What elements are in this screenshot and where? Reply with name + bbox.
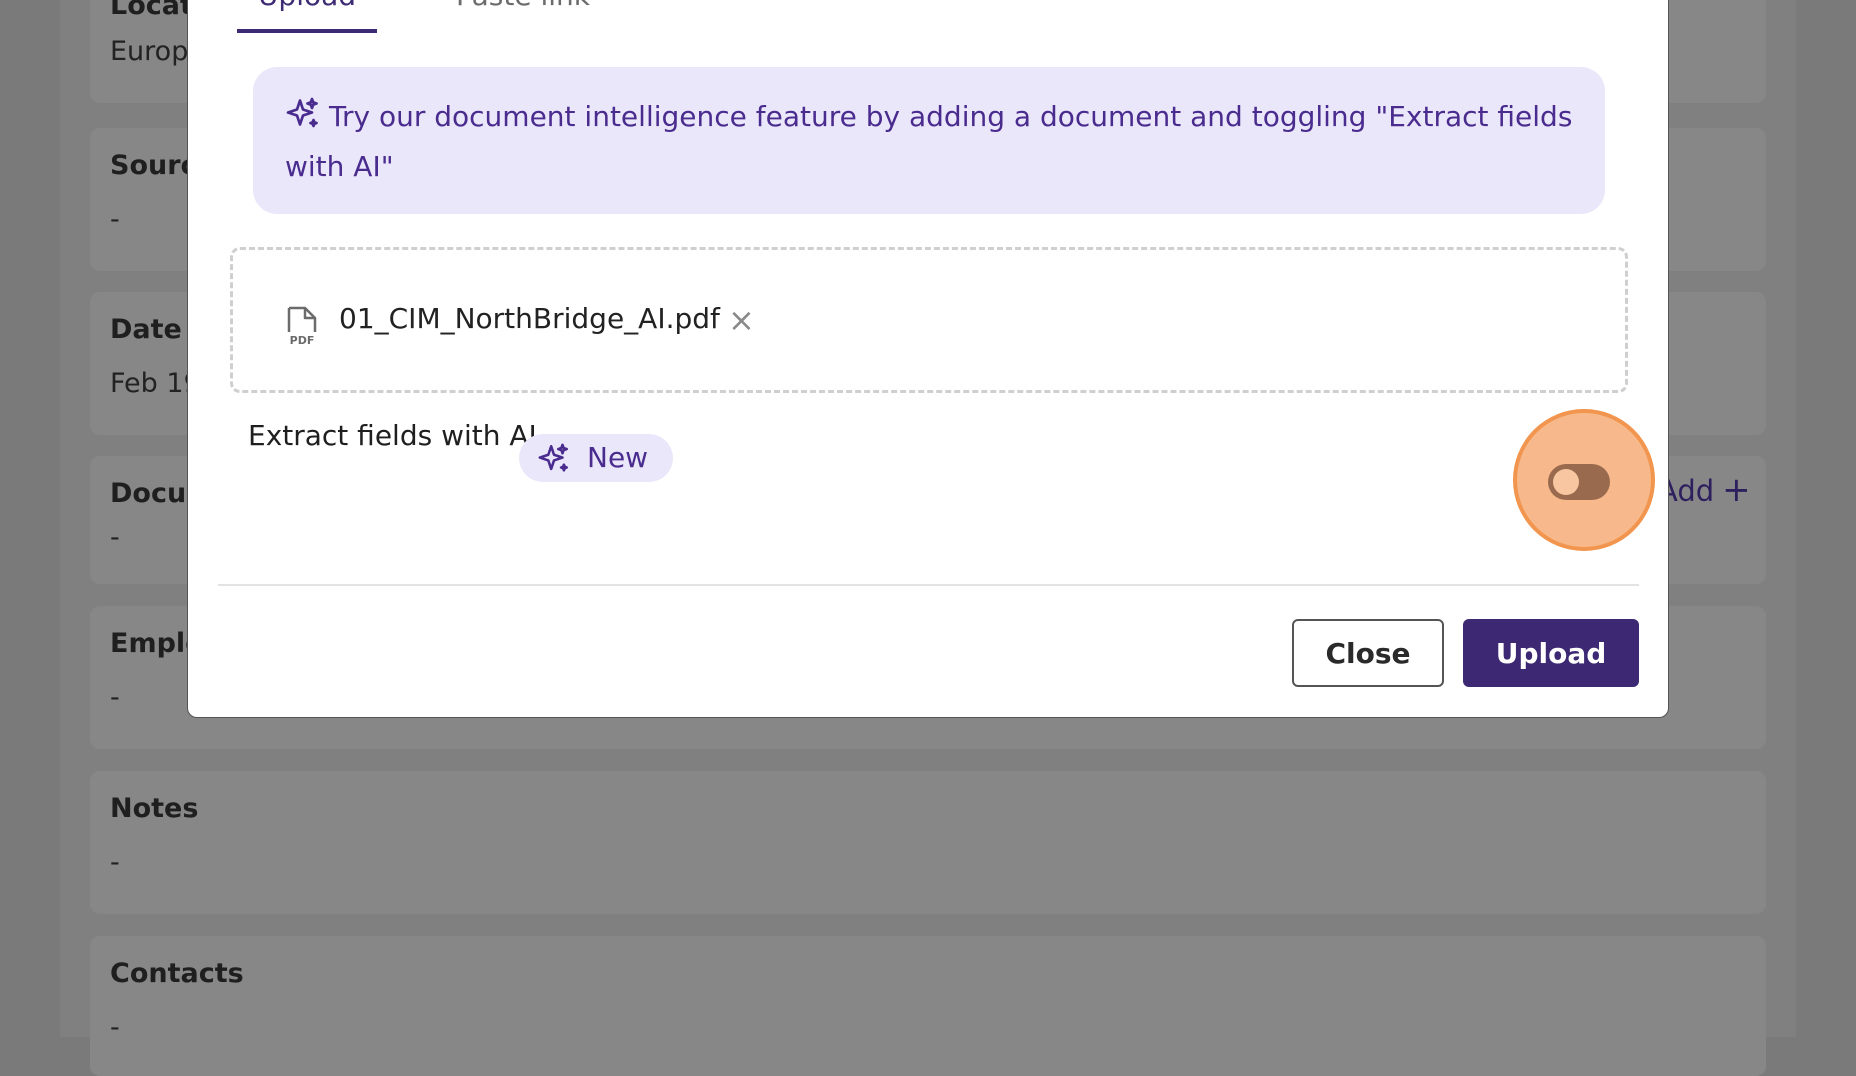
pdf-file-icon: PDF (285, 306, 319, 350)
notes-value: - (110, 847, 120, 878)
tab-paste-link[interactable]: Paste link (456, 0, 590, 29)
plus-icon: + (1722, 470, 1751, 510)
upload-button[interactable]: Upload (1463, 619, 1639, 687)
notes-card: Notes - (90, 771, 1766, 914)
notes-label: Notes (110, 793, 199, 824)
new-badge: New (519, 434, 673, 482)
contacts-card: Contacts - (90, 936, 1766, 1076)
upload-modal: Upload Paste link Try our document intel… (187, 0, 1669, 718)
extract-fields-label: Extract fields with AI (248, 419, 537, 452)
contacts-value: - (110, 1012, 120, 1043)
sparkle-icon (537, 442, 571, 491)
tab-paste-link-label: Paste link (456, 0, 590, 12)
file-dropzone[interactable]: PDF 01_CIM_NorthBridge_AI.pdf × (230, 247, 1628, 393)
footer-divider (218, 584, 1639, 586)
source-value: - (110, 204, 120, 235)
contacts-label: Contacts (110, 958, 244, 989)
sparkle-icon (285, 96, 321, 145)
file-name: 01_CIM_NorthBridge_AI.pdf (339, 302, 720, 335)
documents-label: Docu (110, 478, 187, 509)
documents-value: - (110, 522, 120, 553)
add-document-link[interactable]: Add + (1658, 470, 1751, 510)
close-button-label: Close (1325, 636, 1411, 670)
extract-fields-toggle[interactable] (1548, 464, 1610, 500)
location-value: Europ (110, 36, 189, 67)
close-button[interactable]: Close (1292, 619, 1444, 687)
tab-upload-label: Upload (237, 0, 377, 12)
tab-upload[interactable]: Upload (237, 0, 377, 33)
upload-button-label: Upload (1495, 636, 1607, 670)
ai-info-banner: Try our document intelligence feature by… (253, 67, 1605, 214)
toggle-knob (1553, 469, 1579, 495)
new-badge-label: New (587, 441, 649, 474)
remove-file-icon[interactable]: × (728, 300, 755, 340)
source-label: Sourc (110, 150, 197, 181)
ai-info-text: Try our document intelligence feature by… (285, 100, 1573, 183)
pdf-icon-text: PDF (290, 334, 315, 346)
employees-value: - (110, 682, 120, 713)
